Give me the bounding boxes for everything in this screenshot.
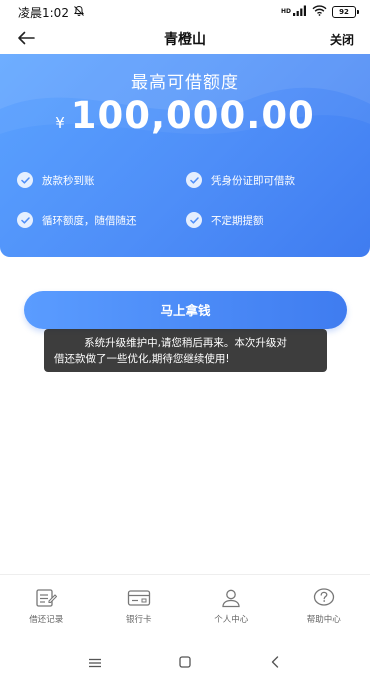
feature-text: 不定期提额 [211,214,264,227]
user-icon [218,587,244,609]
check-circle-icon [17,212,33,228]
close-button[interactable]: 关闭 [330,31,354,48]
battery-level: 92 [339,8,349,16]
system-nav-bar [0,644,370,680]
nav-label: 个人中心 [214,615,249,625]
bottom-nav: 借还记录 银行卡 个人中心 帮助中心 [0,574,370,644]
feature-item: 凭身份证即可借款 [186,172,295,188]
nav-item-profile[interactable]: 个人中心 [185,575,278,644]
home-button[interactable] [170,650,200,674]
credit-limit-card: 最高可借额度 ¥ 100,000.00 放款秒到账 凭身份证即可借款 循环额度，… [0,54,370,257]
bank-card-icon [126,587,152,609]
credit-amount: ¥ 100,000.00 [0,94,370,137]
wifi-icon [312,5,327,19]
get-money-button[interactable]: 马上拿钱 [24,291,347,329]
chevron-left-icon [271,653,279,672]
status-right: HD 92 [280,5,359,19]
check-circle-icon [17,172,33,188]
status-left: 凌晨1:02 [18,4,85,21]
nav-item-help[interactable]: 帮助中心 [278,575,370,644]
toast-line-1: 系统升级维护中,请您稍后再来。本次升级对 [84,336,287,349]
page-title: 青橙山 [164,32,206,48]
feature-text: 循环额度，随借随还 [42,214,137,227]
nav-label: 借还记录 [29,615,64,625]
feature-item: 循环额度，随借随还 [17,212,137,228]
help-icon [311,587,337,609]
toast-line-2: 借还款做了一些优化,期待您继续使用! [54,352,230,365]
nav-item-records[interactable]: 借还记录 [0,575,93,644]
nav-label: 帮助中心 [306,615,341,625]
menu-button[interactable] [80,650,110,674]
status-time: 凌晨1:02 [18,5,69,20]
arrow-left-icon [17,30,35,49]
currency-symbol: ¥ [55,114,65,132]
title-bar: 青橙山 关闭 [0,24,370,54]
feature-text: 放款秒到账 [42,174,95,187]
menu-icon [88,653,102,672]
check-circle-icon [186,212,202,228]
feature-text: 凭身份证即可借款 [211,174,295,187]
home-square-icon [179,653,191,672]
nav-item-bank-card[interactable]: 银行卡 [93,575,186,644]
credit-limit-label: 最高可借额度 [131,73,239,93]
status-bar: 凌晨1:02 HD 92 [0,0,370,24]
mute-bell-icon [73,5,85,20]
battery-icon: 92 [332,6,359,18]
amount-value: 100,000.00 [70,94,315,137]
feature-item: 放款秒到账 [17,172,95,188]
maintenance-toast: 系统升级维护中,请您稍后再来。本次升级对 借还款做了一些优化,期待您继续使用! [44,329,327,372]
system-back-button[interactable] [260,650,290,674]
feature-item: 不定期提额 [186,212,264,228]
network-badge: HD [280,8,291,15]
nav-label: 银行卡 [125,615,152,625]
record-icon [33,587,59,609]
back-button[interactable] [14,27,38,51]
signal-icon [293,5,307,19]
check-circle-icon [186,172,202,188]
